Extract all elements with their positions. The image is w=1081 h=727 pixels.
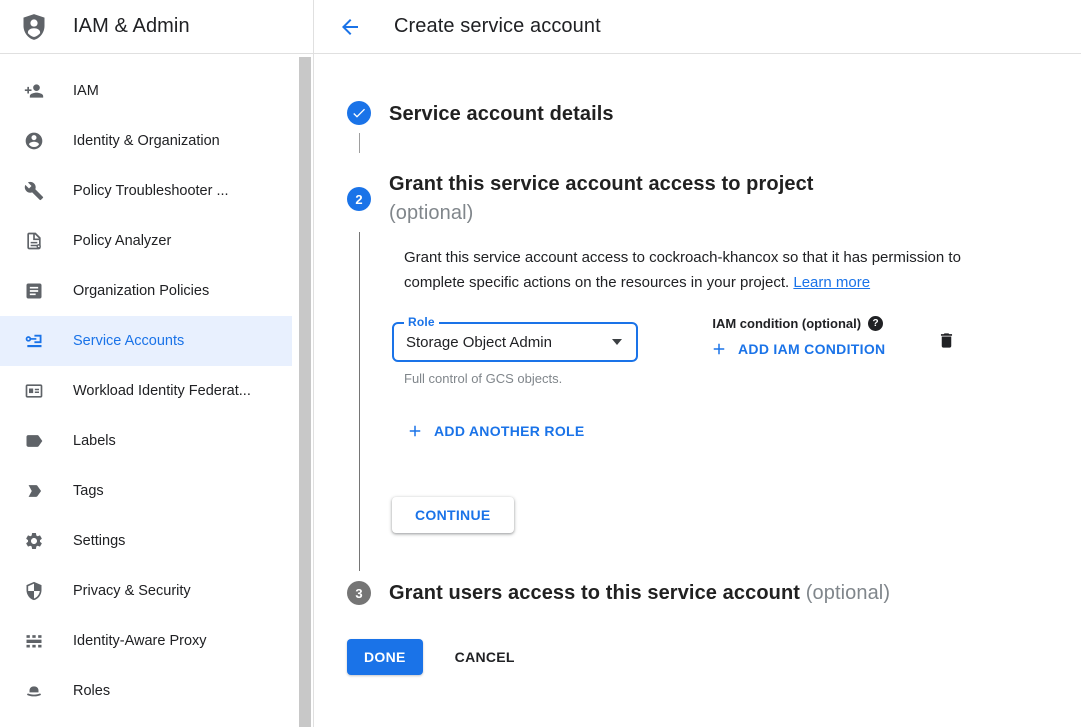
- product-title: IAM & Admin: [73, 15, 190, 38]
- step1-row: Service account details: [347, 101, 1081, 127]
- label-important-icon: [24, 481, 44, 501]
- proxy-grid-icon: [24, 631, 44, 651]
- add-another-role-button[interactable]: ADD ANOTHER ROLE: [406, 422, 1081, 440]
- account-circle-icon: [24, 131, 44, 151]
- step2-number-badge: 2: [347, 187, 371, 211]
- sidebar-item-tags[interactable]: Tags: [0, 466, 292, 516]
- plus-icon: [710, 340, 728, 358]
- learn-more-link[interactable]: Learn more: [793, 274, 870, 291]
- label-icon: [24, 431, 44, 451]
- service-account-key-icon: [24, 331, 44, 351]
- shield-half-icon: [24, 581, 44, 601]
- step3-title: Grant users access to this service accou…: [389, 580, 890, 606]
- article-icon: [24, 281, 44, 301]
- step3-title-text: Grant users access to this service accou…: [389, 582, 800, 604]
- help-icon[interactable]: ?: [868, 316, 883, 331]
- sidebar-item-label: Roles: [73, 683, 110, 699]
- step3-row: 3 Grant users access to this service acc…: [347, 580, 1081, 606]
- sidebar-item-label: IAM: [73, 83, 99, 99]
- sidebar-item-iam[interactable]: IAM: [0, 66, 292, 116]
- sidebar-item-organization-policies[interactable]: Organization Policies: [0, 266, 292, 316]
- step3-number-badge: 3: [347, 581, 371, 605]
- chevron-down-icon: [612, 339, 622, 345]
- sidebar-item-label: Service Accounts: [73, 333, 184, 349]
- sidebar-item-label: Workload Identity Federat...: [73, 383, 251, 399]
- step2-title-text: Grant this service account access to pro…: [389, 170, 814, 199]
- step1-completed-check-icon: [347, 101, 371, 125]
- iam-condition-group: IAM condition (optional) ? ADD IAM CONDI…: [710, 316, 885, 358]
- sidebar-item-roles[interactable]: Roles: [0, 666, 292, 716]
- sidebar-item-label: Organization Policies: [73, 283, 209, 299]
- continue-button[interactable]: CONTINUE: [392, 497, 514, 533]
- cancel-button[interactable]: CANCEL: [455, 649, 515, 665]
- iam-condition-label-row: IAM condition (optional) ?: [710, 316, 885, 331]
- sidebar-item-label: Labels: [73, 433, 116, 449]
- sidebar-item-policy-troubleshooter[interactable]: Policy Troubleshooter ...: [0, 166, 292, 216]
- step-connector-line: [359, 133, 360, 153]
- wizard-content: Service account details 2 Grant this ser…: [314, 54, 1081, 675]
- role-select[interactable]: Role Storage Object Admin: [392, 322, 638, 362]
- sidebar-item-privacy-security[interactable]: Privacy & Security: [0, 566, 292, 616]
- step2-body: Grant this service account access to coc…: [359, 232, 1081, 571]
- step2-description: Grant this service account access to coc…: [404, 245, 986, 295]
- role-select-label: Role: [404, 315, 439, 329]
- sidebar-nav: IAM Identity & Organization Policy Troub…: [0, 54, 313, 716]
- done-button[interactable]: DONE: [347, 639, 423, 675]
- iam-shield-icon: [20, 13, 48, 41]
- page-title: Create service account: [394, 15, 601, 38]
- sidebar-item-service-accounts[interactable]: Service Accounts: [0, 316, 292, 366]
- sidebar-item-workload-identity-federation[interactable]: Workload Identity Federat...: [0, 366, 292, 416]
- app-window: IAM & Admin IAM Identity & Organization: [0, 0, 1081, 727]
- sidebar-item-identity-aware-proxy[interactable]: Identity-Aware Proxy: [0, 616, 292, 666]
- role-field-group: Role Storage Object Admin Full control o…: [392, 322, 638, 386]
- step3-optional-label: (optional): [806, 582, 890, 604]
- sidebar-header: IAM & Admin: [0, 0, 313, 54]
- sidebar-item-label: Policy Troubleshooter ...: [73, 183, 229, 199]
- step2-title: Grant this service account access to pro…: [389, 170, 814, 228]
- role-helper-text: Full control of GCS objects.: [404, 371, 638, 386]
- sidebar-item-label: Settings: [73, 533, 125, 549]
- sidebar-item-label: Identity & Organization: [73, 133, 220, 149]
- add-iam-condition-button[interactable]: ADD IAM CONDITION: [710, 340, 885, 358]
- main-panel: Create service account Service account d…: [314, 0, 1081, 727]
- document-icon: [24, 231, 44, 251]
- delete-role-trash-icon[interactable]: [937, 330, 956, 351]
- card-icon: [24, 381, 44, 401]
- step1-title: Service account details: [389, 101, 614, 127]
- sidebar-item-label: Tags: [73, 483, 104, 499]
- sidebar-item-label: Policy Analyzer: [73, 233, 171, 249]
- sidebar-item-identity-organization[interactable]: Identity & Organization: [0, 116, 292, 166]
- sidebar-item-label: Identity-Aware Proxy: [73, 633, 207, 649]
- page-header: Create service account: [314, 0, 1081, 54]
- sidebar-item-policy-analyzer[interactable]: Policy Analyzer: [0, 216, 292, 266]
- step2-row: 2 Grant this service account access to p…: [347, 170, 1081, 228]
- role-select-value: Storage Object Admin: [406, 334, 552, 351]
- gear-icon: [24, 531, 44, 551]
- sidebar: IAM & Admin IAM Identity & Organization: [0, 0, 314, 727]
- sidebar-scrollbar[interactable]: [299, 57, 311, 727]
- wrench-icon: [24, 181, 44, 201]
- iam-condition-label: IAM condition (optional): [712, 316, 861, 331]
- sidebar-item-settings[interactable]: Settings: [0, 516, 292, 566]
- role-fields-row: Role Storage Object Admin Full control o…: [404, 322, 1081, 386]
- plus-icon: [406, 422, 424, 440]
- person-add-icon: [24, 81, 44, 101]
- sidebar-item-label: Privacy & Security: [73, 583, 191, 599]
- step2-optional-label: (optional): [389, 199, 814, 228]
- footer-actions: DONE CANCEL: [347, 639, 1081, 675]
- back-arrow-icon[interactable]: [338, 15, 362, 39]
- sidebar-item-labels[interactable]: Labels: [0, 416, 292, 466]
- hat-icon: [24, 681, 44, 701]
